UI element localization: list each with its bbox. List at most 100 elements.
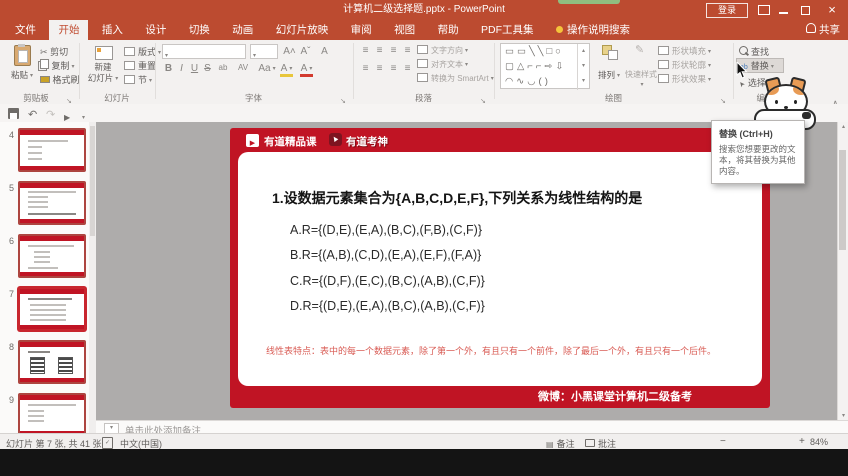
tooltip-title: 替换 (Ctrl+H) (719, 127, 797, 140)
slide-thumbnail-7-selected[interactable] (18, 287, 86, 331)
minimize-icon[interactable] (779, 12, 788, 14)
tooltip-body: 搜索您想要更改的文本，将其替换为其他内容。 (719, 144, 797, 177)
format-painter-button[interactable]: 格式刷 (40, 73, 80, 86)
copy-button[interactable]: 复制 (40, 59, 75, 72)
tab-view[interactable]: 视图 (385, 20, 424, 40)
align-center-icon[interactable]: ≡ (373, 63, 386, 74)
new-slide-button[interactable]: 新建 幻灯片 (84, 43, 122, 91)
option-d[interactable]: D.R={(D,E),(E,A),(B,C),(A,B),(C,F)} (290, 299, 485, 313)
decrease-font-icon[interactable]: Aˇ (299, 46, 312, 57)
reset-icon (124, 61, 135, 70)
quick-styles-button[interactable]: 快速样式 (626, 43, 656, 91)
align-text-button[interactable]: 对齐文本 (417, 59, 468, 70)
slide-thumbnail-9[interactable] (18, 393, 86, 433)
cut-button[interactable]: 剪切 (40, 45, 68, 58)
change-case-icon[interactable]: Aa (258, 63, 276, 74)
brand-youdao-kaoshen: 有道考神 (346, 134, 388, 149)
zoom-in-icon[interactable]: + (799, 436, 805, 447)
question-text[interactable]: 1.设数据元素集合为{A,B,C,D,E,F},下列关系为线性结构的是 (272, 188, 642, 208)
character-spacing-icon[interactable]: AV (234, 63, 252, 72)
decrease-indent-icon[interactable]: ≡ (387, 45, 400, 56)
text-shadow-icon[interactable]: ab (214, 63, 232, 72)
undo-icon[interactable] (28, 105, 37, 123)
increase-font-icon[interactable]: A˄ (283, 46, 296, 57)
zoom-percent[interactable]: 84% (810, 437, 828, 447)
tab-help[interactable]: 帮助 (429, 20, 468, 40)
find-button[interactable]: 查找 (739, 45, 769, 58)
tell-me-search[interactable]: 操作说明搜索 (547, 20, 639, 40)
font-color-icon[interactable]: A (300, 63, 313, 77)
reset-button[interactable]: 重置 (124, 59, 156, 72)
new-slide-icon (95, 46, 113, 60)
font-size-combo[interactable] (250, 44, 278, 59)
clear-formatting-icon[interactable]: A (318, 46, 331, 57)
ribbon-display-options-icon[interactable] (758, 5, 770, 15)
format-painter-icon (40, 76, 50, 83)
text-direction-button[interactable]: 文字方向 (417, 45, 468, 56)
tab-review[interactable]: 审阅 (342, 20, 381, 40)
scroll-down-icon[interactable]: ▾ (838, 412, 848, 419)
shape-fill-button[interactable]: 形状填充 (658, 45, 711, 57)
arrange-label: 排列 (594, 69, 624, 81)
arrange-button[interactable]: 排列 (594, 43, 624, 91)
strikethrough-icon[interactable]: S (201, 63, 214, 74)
slide-canvas[interactable]: 有道精品课 有道考神 1.设数据元素集合为{A,B,C,D,E,F},下列关系为… (230, 128, 770, 408)
highlight-color-icon[interactable]: A (280, 63, 293, 77)
hint-text[interactable]: 线性表特点：表中的每一个数据元素，除了第一个外，有且只有一个前件，除了最后一个外… (266, 344, 736, 357)
tab-slideshow[interactable]: 幻灯片放映 (267, 20, 338, 40)
option-b[interactable]: B.R={(A,B),(C,D),(E,A),(E,F),(F,A)} (290, 248, 481, 262)
justify-icon[interactable]: ≡ (401, 63, 414, 74)
share-button[interactable]: 共享 (806, 20, 840, 40)
shapes-row-2[interactable]: ▢△⌐⌐⇨⇩ (501, 59, 589, 74)
thumbnail-scrollbar-thumb[interactable] (90, 126, 95, 236)
restore-icon[interactable] (801, 6, 810, 15)
tab-home[interactable]: 开始 (49, 20, 88, 40)
paste-button[interactable]: 粘贴 (6, 43, 38, 91)
bold-icon[interactable]: B (162, 63, 175, 74)
save-icon[interactable] (8, 108, 19, 119)
slide-thumbnail-6[interactable] (18, 234, 86, 278)
login-button[interactable]: 登录 (706, 3, 748, 18)
tab-design[interactable]: 设计 (136, 20, 175, 40)
slide-thumbnail-4[interactable] (18, 128, 86, 172)
paragraph-group-label: 段落 (355, 92, 492, 104)
option-c[interactable]: C.R={(D,F),(E,C),(B,C),(A,B),(C,F)} (290, 274, 485, 288)
editor-scrollbar-thumb[interactable] (839, 150, 846, 250)
scroll-up-icon[interactable]: ▴ (838, 123, 848, 130)
redo-icon[interactable] (46, 105, 55, 123)
shape-outline-button[interactable]: 形状轮廓 (658, 59, 711, 71)
shapes-gallery[interactable]: ▭▭╲╲□○ ▢△⌐⌐⇨⇩ ◠∿◡() ▴▾▾ (500, 43, 590, 89)
slide-thumbnail-5[interactable] (18, 181, 86, 225)
tab-pdf-tools[interactable]: PDF工具集 (472, 20, 543, 40)
font-name-combo[interactable] (162, 44, 246, 59)
align-right-icon[interactable]: ≡ (387, 63, 400, 74)
slide-thumbnail-8[interactable] (18, 340, 86, 384)
zoom-out-icon[interactable]: − (720, 436, 726, 447)
section-button[interactable]: 节 (124, 73, 152, 86)
shapes-gallery-scroll[interactable]: ▴▾▾ (577, 44, 589, 90)
align-left-icon[interactable]: ≡ (359, 63, 372, 74)
tab-insert[interactable]: 插入 (93, 20, 132, 40)
status-bar: 幻灯片 第 7 张, 共 41 张 中文(中国) 备注 批注 − + 84% (0, 433, 848, 450)
increase-indent-icon[interactable]: ≡ (401, 45, 414, 56)
tab-transitions[interactable]: 切换 (180, 20, 219, 40)
spellcheck-icon[interactable] (102, 437, 113, 449)
bullets-icon[interactable]: ≡ (359, 45, 372, 56)
shape-effects-button[interactable]: 形状效果 (658, 73, 711, 85)
tab-file[interactable]: 文件 (6, 20, 45, 40)
convert-smartart-button[interactable]: 转换为 SmartArt (417, 73, 494, 84)
thumb-number: 5 (2, 183, 14, 193)
paste-icon (14, 45, 31, 66)
slide-footer-weibo: 微博：小黑课堂计算机二级备考 (538, 388, 692, 404)
shapes-row-3[interactable]: ◠∿◡() (501, 74, 589, 89)
italic-icon[interactable]: I (175, 63, 188, 74)
underline-icon[interactable]: U (188, 63, 201, 74)
option-a[interactable]: A.R={(D,E),(E,A),(B,C),(F,B),(C,F)} (290, 223, 482, 237)
numbering-icon[interactable]: ≡ (373, 45, 386, 56)
font-group-label: 字体 (157, 92, 350, 104)
close-icon[interactable] (825, 1, 839, 19)
tab-animations[interactable]: 动画 (223, 20, 262, 40)
lightbulb-icon (556, 26, 563, 33)
shapes-row-1[interactable]: ▭▭╲╲□○ (501, 44, 589, 59)
powerpoint-window: 计算机二级选择题.pptx - PowerPoint 登录 文件 开始 插入 设… (0, 0, 848, 476)
